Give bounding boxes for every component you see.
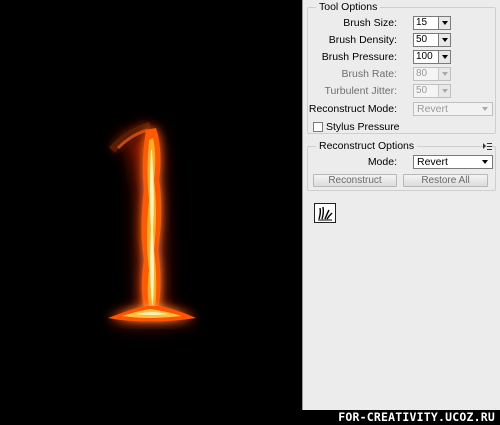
restore-all-button[interactable]: Restore All — [403, 174, 488, 187]
footer-bar: FOR-CREATIVITY.UCOZ.RU — [302, 410, 500, 425]
brush-rate-label: Brush Rate: — [341, 68, 397, 80]
reconstruct-mode-label: Reconstruct Mode: — [308, 103, 397, 115]
reconstruct-button[interactable]: Reconstruct — [313, 174, 397, 187]
tool-options-group: Tool Options Brush Size: 15 Brush Densit… — [307, 1, 496, 134]
turbulent-jitter-field: 50 — [413, 84, 451, 98]
stylus-pressure-label: Stylus Pressure — [326, 121, 400, 133]
brush-pressure-label: Brush Pressure: — [321, 51, 397, 63]
reconstruct-mode-select: Revert — [413, 102, 493, 116]
show-mesh-tool-button[interactable] — [314, 203, 336, 223]
show-mesh-tool-icon — [318, 206, 333, 221]
tool-options-title: Tool Options — [316, 1, 381, 13]
chevron-down-icon[interactable] — [438, 17, 450, 29]
stylus-pressure-checkbox[interactable] — [313, 122, 323, 132]
chevron-down-icon[interactable] — [438, 51, 450, 63]
mode-select[interactable]: Revert — [413, 155, 493, 169]
chevron-down-icon[interactable] — [438, 34, 450, 46]
brush-density-label: Brush Density: — [328, 34, 397, 46]
flyout-menu-icon[interactable] — [483, 143, 492, 150]
turbulent-jitter-label: Turbulent Jitter: — [324, 85, 397, 97]
liquify-options-panel: Tool Options Brush Size: 15 Brush Densit… — [302, 0, 500, 410]
reconstruct-options-group: Reconstruct Options Mode: Revert Reconst… — [307, 140, 496, 191]
brush-rate-field: 80 — [413, 67, 451, 81]
reconstruct-options-title: Reconstruct Options — [316, 140, 418, 152]
chevron-down-icon — [438, 85, 450, 97]
brush-size-label: Brush Size: — [343, 17, 397, 29]
image-canvas[interactable] — [0, 0, 302, 425]
site-watermark: FOR-CREATIVITY.UCOZ.RU — [338, 410, 495, 424]
brush-density-field[interactable]: 50 — [413, 33, 451, 47]
mode-label: Mode: — [367, 156, 397, 168]
chevron-down-icon — [438, 68, 450, 80]
fire-number-one-artwork — [108, 122, 196, 324]
brush-size-field[interactable]: 15 — [413, 16, 451, 30]
brush-pressure-field[interactable]: 100 — [413, 50, 451, 64]
